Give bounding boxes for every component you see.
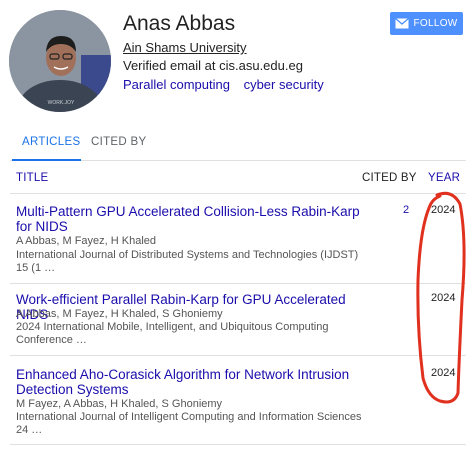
- column-cited-by[interactable]: CITED BY: [362, 172, 417, 184]
- profile-photo: WORK.JOY: [9, 10, 111, 112]
- article-authors: A Abbas, M Fayez, H Khaled: [16, 235, 157, 247]
- article-title[interactable]: Multi-Pattern GPU Accelerated Collision-…: [16, 204, 366, 234]
- interest-parallel-computing[interactable]: Parallel computing: [123, 77, 230, 92]
- tab-cited-by[interactable]: CITED BY: [91, 136, 146, 148]
- profile-name: Anas Abbas: [123, 12, 236, 35]
- table-row: Work-efficient Parallel Rabin-Karp for G…: [10, 292, 466, 356]
- follow-button[interactable]: FOLLOW: [390, 12, 463, 35]
- article-authors: A Abbas, M Fayez, H Khaled, S Ghoniemy: [16, 308, 223, 320]
- article-title[interactable]: Enhanced Aho-Corasick Algorithm for Netw…: [16, 367, 366, 397]
- article-venue: 2024 International Mobile, Intelligent, …: [16, 321, 329, 346]
- article-venue: International Journal of Intelligent Com…: [16, 411, 362, 436]
- table-row: Multi-Pattern GPU Accelerated Collision-…: [10, 204, 466, 284]
- shirt-text: WORK.JOY: [48, 100, 75, 106]
- tab-bar: ARTICLES CITED BY: [10, 127, 466, 161]
- follow-label: FOLLOW: [413, 18, 458, 29]
- active-tab-indicator: [12, 159, 81, 161]
- article-cited-by[interactable]: 2: [403, 204, 409, 216]
- affiliation-link[interactable]: Ain Shams University: [123, 40, 247, 55]
- interest-cyber-security[interactable]: cyber security: [244, 77, 324, 92]
- article-venue: International Journal of Distributed Sys…: [16, 249, 359, 274]
- article-year: 2024: [431, 204, 456, 216]
- article-authors: M Fayez, A Abbas, H Khaled, S Ghoniemy: [16, 398, 223, 410]
- research-interests: Parallel computing cyber security: [123, 77, 334, 92]
- article-year: 2024: [431, 292, 456, 304]
- envelope-icon: [395, 18, 410, 29]
- article-year: 2024: [431, 367, 456, 379]
- table-header: TITLE CITED BY YEAR: [10, 168, 466, 194]
- table-row: Enhanced Aho-Corasick Algorithm for Netw…: [10, 367, 466, 445]
- sort-by-year[interactable]: YEAR: [428, 172, 460, 184]
- verified-email: Verified email at cis.asu.edu.eg: [123, 58, 303, 73]
- sort-by-title[interactable]: TITLE: [16, 172, 48, 184]
- tab-articles[interactable]: ARTICLES: [22, 136, 80, 148]
